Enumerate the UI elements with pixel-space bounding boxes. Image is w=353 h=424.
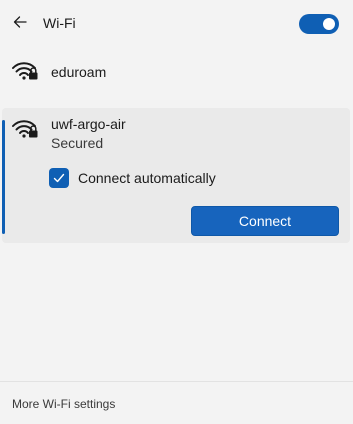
back-button[interactable]	[8, 10, 32, 34]
toggle-knob	[323, 18, 335, 30]
wifi-footer: More Wi-Fi settings	[0, 381, 353, 424]
wifi-panel: Wi-Fi eduroam uwf-argo-air Secured Conne…	[0, 0, 353, 424]
connect-automatically-checkbox-row[interactable]: Connect automatically	[49, 167, 216, 189]
wifi-toggle[interactable]	[299, 14, 339, 34]
wifi-secured-icon	[12, 120, 38, 138]
network-item-uwf-argo-air[interactable]: uwf-argo-air Secured Connect automatical…	[2, 108, 350, 243]
network-name: eduroam	[51, 64, 107, 80]
network-name: uwf-argo-air	[51, 116, 126, 132]
more-wifi-settings-link[interactable]: More Wi-Fi settings	[12, 397, 115, 411]
network-item-eduroam[interactable]: eduroam	[0, 50, 353, 96]
connect-automatically-label: Connect automatically	[78, 170, 216, 186]
checkmark-icon	[53, 173, 65, 183]
connect-automatically-checkbox[interactable]	[49, 168, 69, 188]
selection-indicator	[2, 120, 5, 234]
page-title: Wi-Fi	[43, 15, 76, 31]
wifi-header: Wi-Fi	[0, 0, 353, 46]
wifi-secured-icon	[12, 62, 38, 80]
connect-button[interactable]: Connect	[191, 206, 339, 236]
network-security-status: Secured	[51, 135, 104, 151]
arrow-left-icon	[13, 16, 27, 28]
